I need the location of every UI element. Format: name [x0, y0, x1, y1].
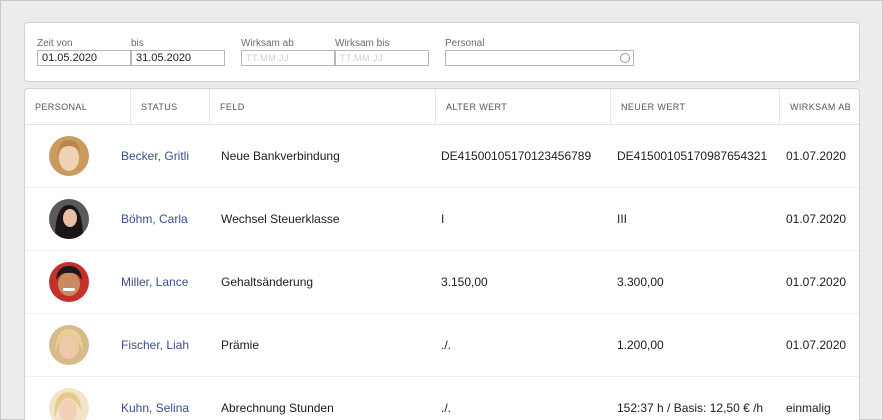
- col-header-feld[interactable]: FELD: [210, 89, 436, 125]
- wirksam-ab-cell: 01.07.2020: [786, 338, 847, 352]
- col-header-alter-wert[interactable]: ALTER WERT: [436, 89, 611, 125]
- zeit-von-label: Zeit von: [37, 38, 73, 49]
- avatar: [49, 199, 89, 239]
- alter-wert-cell: ./.: [441, 338, 452, 352]
- bis-label: bis: [131, 38, 144, 49]
- feld-cell: Gehaltsänderung: [221, 275, 314, 289]
- feld-cell: Abrechnung Stunden: [221, 401, 334, 415]
- wirksam-ab-label: Wirksam ab: [241, 38, 294, 49]
- wirksam-ab-cell: 01.07.2020: [786, 149, 847, 163]
- feld-cell: Neue Bankverbindung: [221, 149, 340, 163]
- changes-table: PERSONAL STATUS FELD ALTER WERT NEUER WE…: [24, 88, 860, 420]
- personal-name[interactable]: Kuhn, Selina: [121, 377, 189, 420]
- personal-name[interactable]: Miller, Lance: [121, 251, 188, 313]
- personal-label: Personal: [445, 38, 485, 49]
- neuer-wert-cell: 1.200,00: [617, 338, 664, 352]
- table-row[interactable]: Fischer, Liah Prämie ./. 1.200,00 01.07.…: [25, 314, 859, 377]
- feld-cell: Wechsel Steuerklasse: [221, 212, 340, 226]
- alter-wert-cell: DE41500105170123456789: [441, 149, 592, 163]
- wirksam-bis-label: Wirksam bis: [335, 38, 390, 49]
- col-header-wirksam-ab[interactable]: WIRKSAM AB: [780, 89, 859, 125]
- alter-wert-cell: ./.: [441, 401, 452, 415]
- neuer-wert-cell: DE41500105170987654321: [617, 149, 768, 163]
- alter-wert-cell: 3.150,00: [441, 275, 488, 289]
- col-header-neuer-wert[interactable]: NEUER WERT: [611, 89, 780, 125]
- personal-input[interactable]: [445, 50, 634, 66]
- wirksam-ab-cell: 01.07.2020: [786, 212, 847, 226]
- neuer-wert-cell: 152:37 h / Basis: 12,50 € /h: [617, 401, 764, 415]
- wirksam-bis-input[interactable]: TT.MM.JJ: [335, 50, 429, 66]
- wirksam-ab-cell: einmalig: [786, 401, 831, 415]
- bis-field: bis 31.05.2020: [131, 37, 225, 66]
- neuer-wert-cell: 3.300,00: [617, 275, 664, 289]
- col-header-personal[interactable]: PERSONAL: [25, 89, 131, 125]
- col-header-status[interactable]: STATUS: [131, 89, 210, 125]
- wirksam-ab-field: Wirksam ab TT.MM.JJ: [241, 37, 335, 66]
- table-header: PERSONAL STATUS FELD ALTER WERT NEUER WE…: [25, 89, 859, 125]
- app-frame: Zeit von 01.05.2020 bis 31.05.2020 Wirks…: [0, 0, 883, 420]
- wirksam-ab-input[interactable]: TT.MM.JJ: [241, 50, 335, 66]
- table-row[interactable]: Kuhn, Selina Abrechnung Stunden ./. 152:…: [25, 377, 859, 420]
- filter-panel: Zeit von 01.05.2020 bis 31.05.2020 Wirks…: [24, 22, 860, 82]
- personal-name[interactable]: Böhm, Carla: [121, 188, 188, 250]
- wirksam-bis-field: Wirksam bis TT.MM.JJ: [335, 37, 429, 66]
- table-row[interactable]: Miller, Lance Gehaltsänderung 3.150,00 3…: [25, 251, 859, 314]
- zeit-von-field: Zeit von 01.05.2020: [37, 37, 131, 66]
- avatar: [49, 325, 89, 365]
- avatar: [49, 136, 89, 176]
- avatar: [49, 262, 89, 302]
- table-row[interactable]: Becker, Gritli Neue Bankverbindung DE415…: [25, 125, 859, 188]
- avatar: [49, 388, 89, 420]
- personal-name[interactable]: Becker, Gritli: [121, 125, 189, 187]
- personal-name[interactable]: Fischer, Liah: [121, 314, 189, 376]
- neuer-wert-cell: III: [617, 212, 628, 226]
- table-row[interactable]: Böhm, Carla Wechsel Steuerklasse I III 0…: [25, 188, 859, 251]
- bis-input[interactable]: 31.05.2020: [131, 50, 225, 66]
- zeit-von-input[interactable]: 01.05.2020: [37, 50, 131, 66]
- feld-cell: Prämie: [221, 338, 260, 352]
- alter-wert-cell: I: [441, 212, 445, 226]
- personal-field: Personal: [445, 37, 634, 66]
- wirksam-ab-cell: 01.07.2020: [786, 275, 847, 289]
- search-icon[interactable]: [620, 53, 630, 63]
